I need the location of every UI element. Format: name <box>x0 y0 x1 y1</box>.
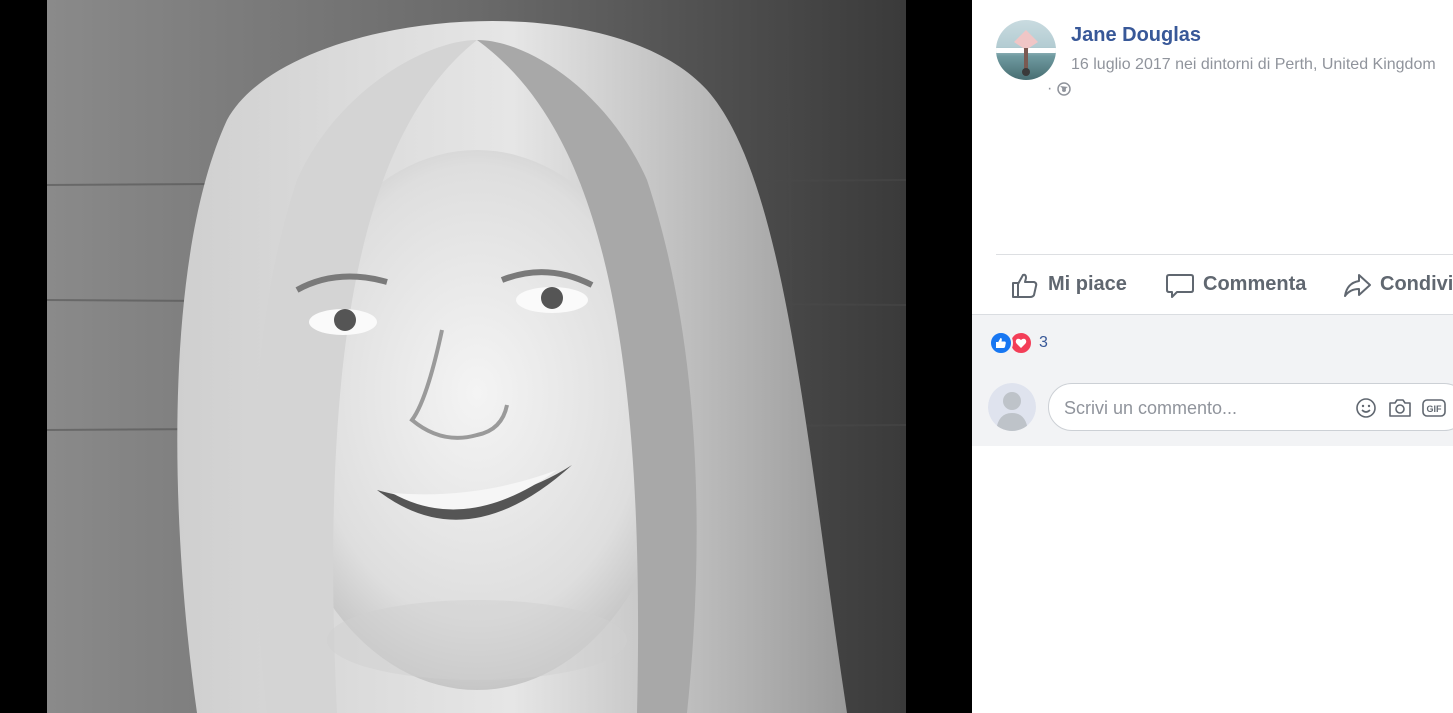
like-button[interactable]: Mi piace <box>1010 255 1127 314</box>
gif-label: GIF <box>1427 404 1443 414</box>
post-privacy: · <box>1047 80 1072 98</box>
gif-icon[interactable]: GIF <box>1422 396 1446 420</box>
post-sidebar: Jane Douglas 16 luglio 2017 nei dintorni… <box>972 0 1453 713</box>
photo-viewer <box>0 0 972 713</box>
comment-placeholder: Scrivi un commento... <box>1064 398 1238 418</box>
thumbs-up-icon <box>1012 273 1038 298</box>
portrait-image <box>47 0 906 713</box>
comment-label: Commenta <box>1203 273 1307 295</box>
comment-button[interactable]: Commenta <box>1165 255 1306 314</box>
default-avatar-icon <box>988 383 1036 431</box>
share-arrow-icon <box>1344 273 1371 297</box>
comments-section: 3 Scrivi un commento... GIF <box>972 314 1453 446</box>
emoji-icon[interactable] <box>1354 396 1378 420</box>
author-avatar[interactable] <box>996 20 1056 80</box>
comment-input[interactable]: Scrivi un commento... GIF <box>1048 383 1453 431</box>
comment-tools: GIF <box>1354 396 1446 420</box>
speech-bubble-icon <box>1166 273 1194 298</box>
post-photo[interactable] <box>47 0 906 713</box>
reactions-summary[interactable]: 3 <box>989 331 1048 355</box>
share-button[interactable]: Condividi <box>1342 255 1453 314</box>
like-label: Mi piace <box>1048 273 1127 295</box>
camera-icon[interactable] <box>1388 396 1412 420</box>
post-actions: Mi piace Commenta Condividi <box>996 255 1453 314</box>
globe-icon[interactable] <box>1057 82 1072 96</box>
author-name-link[interactable]: Jane Douglas <box>1071 24 1201 47</box>
comment-composer: Scrivi un commento... GIF <box>972 383 1453 433</box>
current-user-avatar <box>988 383 1036 431</box>
like-icon <box>989 331 1013 355</box>
post-date-location[interactable]: 16 luglio 2017 nei dintorni di Perth, Un… <box>1071 56 1436 74</box>
meta-separator: · <box>1047 80 1053 97</box>
avatar-image <box>996 30 1056 76</box>
reaction-count: 3 <box>1039 334 1048 351</box>
share-label: Condividi <box>1380 273 1453 295</box>
